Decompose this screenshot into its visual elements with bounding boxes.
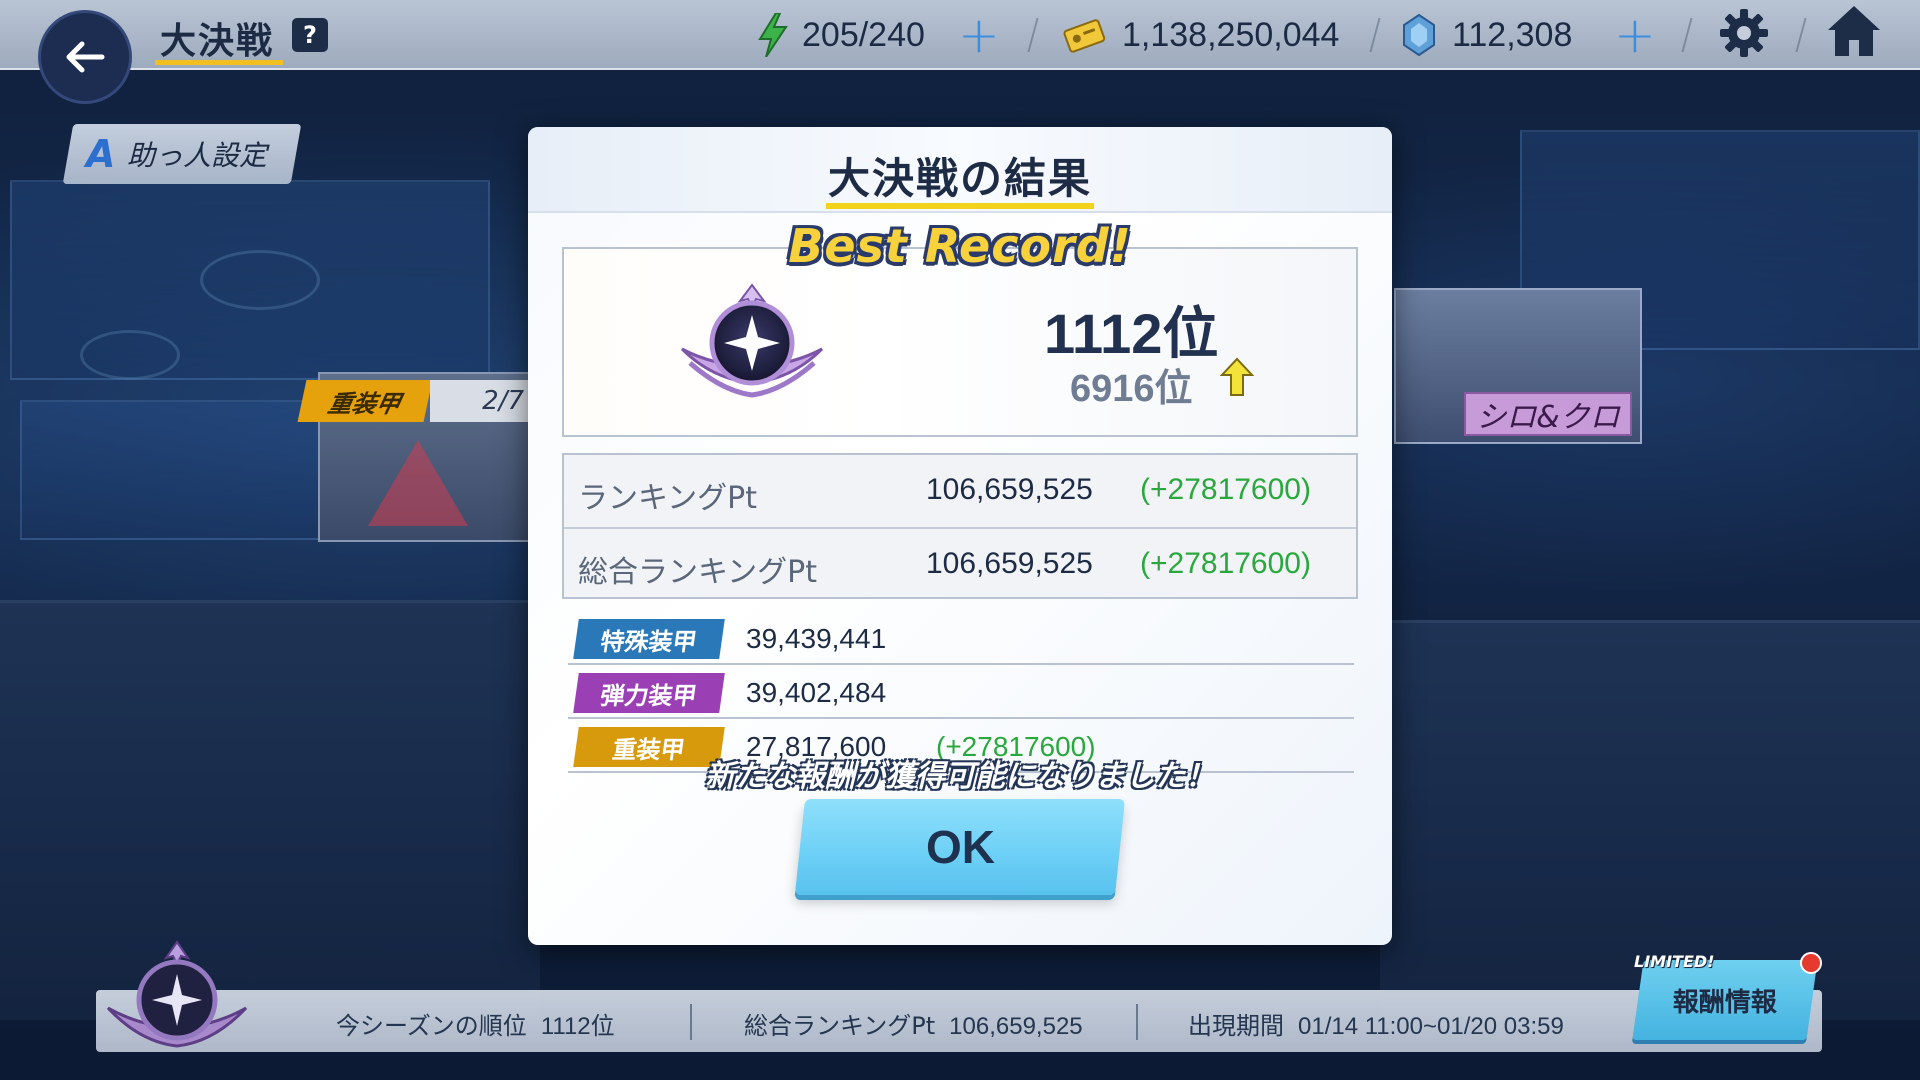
event-period-value: 01/14 11:00~01/20 03:59 xyxy=(1298,1013,1564,1040)
season-rank-value: 1112位 xyxy=(540,1013,615,1040)
ranking-points-box: ランキングPt 106,659,525 (+27817600) 総合ランキングP… xyxy=(562,453,1358,599)
arrow-left-icon xyxy=(66,41,105,73)
gems-add-button[interactable]: + xyxy=(1614,6,1656,64)
footer-total-pt-value: 106,659,525 xyxy=(949,1013,1083,1040)
plus-icon: + xyxy=(958,6,1000,64)
armor-tag-elastic: 弾力装甲 xyxy=(573,673,725,713)
helper-setting-label: 助っ人設定 xyxy=(127,139,268,172)
divider xyxy=(1681,18,1693,52)
page-title: 大決戦 xyxy=(160,21,275,62)
stamina-add-button[interactable]: + xyxy=(958,6,1000,64)
reward-info-button[interactable]: 報酬情報 xyxy=(1632,960,1818,1040)
season-emblem-icon xyxy=(106,940,248,1048)
title-underline xyxy=(826,203,1094,209)
home-button[interactable] xyxy=(1826,6,1882,56)
footer-total-pt-label: 総合ランキングPt xyxy=(744,1012,936,1040)
ranking-pt-row: ランキングPt 106,659,525 (+27817600) xyxy=(564,455,1356,527)
reward-info-label: 報酬情報 xyxy=(1672,987,1777,1018)
ranking-pt-value: 106,659,525 xyxy=(926,473,1093,506)
previous-rank: 6916位 xyxy=(1070,368,1193,410)
event-period-label: 出現期間 xyxy=(1188,1012,1284,1040)
gear-icon xyxy=(1720,9,1768,57)
gems-counter: 112,308 xyxy=(1402,12,1572,58)
total-pt-value: 106,659,525 xyxy=(926,547,1093,580)
reward-notice: 新たな報酬が獲得可能になりました！ xyxy=(705,759,1215,794)
helper-a-icon: A xyxy=(86,132,116,176)
notification-dot xyxy=(1800,952,1822,974)
armor-value: 39,402,484 xyxy=(746,677,887,708)
plus-icon: + xyxy=(1614,6,1656,64)
count-left: 2/7 xyxy=(430,380,530,422)
lightning-icon xyxy=(758,13,788,57)
result-dialog: 大決戦の結果 1112位 6916位 Best Record! ランキングPt xyxy=(528,127,1392,945)
total-pt-diff: (+27817600) xyxy=(1140,547,1311,580)
gem-icon xyxy=(1403,13,1435,57)
back-button[interactable] xyxy=(38,10,132,104)
event-period: 出現期間 01/14 11:00~01/20 03:59 xyxy=(1188,1006,1564,1041)
home-icon xyxy=(1828,6,1880,56)
stamina-value: 205/240 xyxy=(802,15,925,54)
helper-setting-button[interactable]: A 助っ人設定 xyxy=(62,124,302,184)
warning-icon xyxy=(368,440,468,526)
footer-total-pt: 総合ランキングPt 106,659,525 xyxy=(744,1006,1083,1041)
armor-row: 特殊装甲 39,439,441 xyxy=(568,611,1354,665)
ticket-icon xyxy=(1063,19,1106,53)
armor-tag-special: 特殊装甲 xyxy=(573,619,725,659)
armor-row: 弾力装甲 39,402,484 xyxy=(568,665,1354,719)
divider xyxy=(1369,18,1381,52)
ranking-pt-diff: (+27817600) xyxy=(1140,473,1311,506)
settings-button[interactable] xyxy=(1718,9,1770,57)
title-underline xyxy=(155,60,283,65)
season-rank: 今シーズンの順位 1112位 xyxy=(336,1006,615,1041)
rank-emblem-icon xyxy=(680,283,824,398)
ok-button[interactable]: OK xyxy=(794,799,1126,895)
armor-tag-left: 重装甲 xyxy=(297,380,433,422)
divider xyxy=(1795,18,1807,52)
divider xyxy=(1027,18,1039,52)
limited-badge: LIMITED! xyxy=(1634,952,1715,971)
best-record-banner: Best Record! xyxy=(788,219,1132,273)
armor-value: 39,439,441 xyxy=(746,623,887,654)
stamina-counter: 205/240 xyxy=(758,12,925,58)
ranking-pt-label: ランキングPt xyxy=(578,481,757,516)
top-bar: 大決戦 ? 205/240 + 1,138,250,044 112,308 + xyxy=(0,0,1920,70)
bottom-info-bar: 今シーズンの順位 1112位 総合ランキングPt 106,659,525 出現期間 0… xyxy=(96,990,1822,1052)
total-pt-row: 総合ランキングPt 106,659,525 (+27817600) xyxy=(564,527,1356,599)
credits-value: 1,138,250,044 xyxy=(1122,15,1340,54)
divider xyxy=(1136,1004,1138,1040)
enemy-name-right: シロ&クロ xyxy=(1464,392,1632,436)
rank-box: 1112位 6916位 xyxy=(562,247,1358,437)
ok-button-label: OK xyxy=(925,821,995,873)
divider xyxy=(690,1004,692,1040)
season-rank-label: 今シーズンの順位 xyxy=(336,1012,527,1040)
dialog-header: 大決戦の結果 xyxy=(528,127,1392,213)
dialog-title: 大決戦の結果 xyxy=(827,154,1092,203)
total-pt-label: 総合ランキングPt xyxy=(578,555,817,590)
gems-value: 112,308 xyxy=(1452,15,1573,54)
arrow-up-icon xyxy=(1220,357,1254,396)
credits-counter: 1,138,250,044 xyxy=(1062,12,1339,58)
help-icon[interactable]: ? xyxy=(292,18,328,52)
